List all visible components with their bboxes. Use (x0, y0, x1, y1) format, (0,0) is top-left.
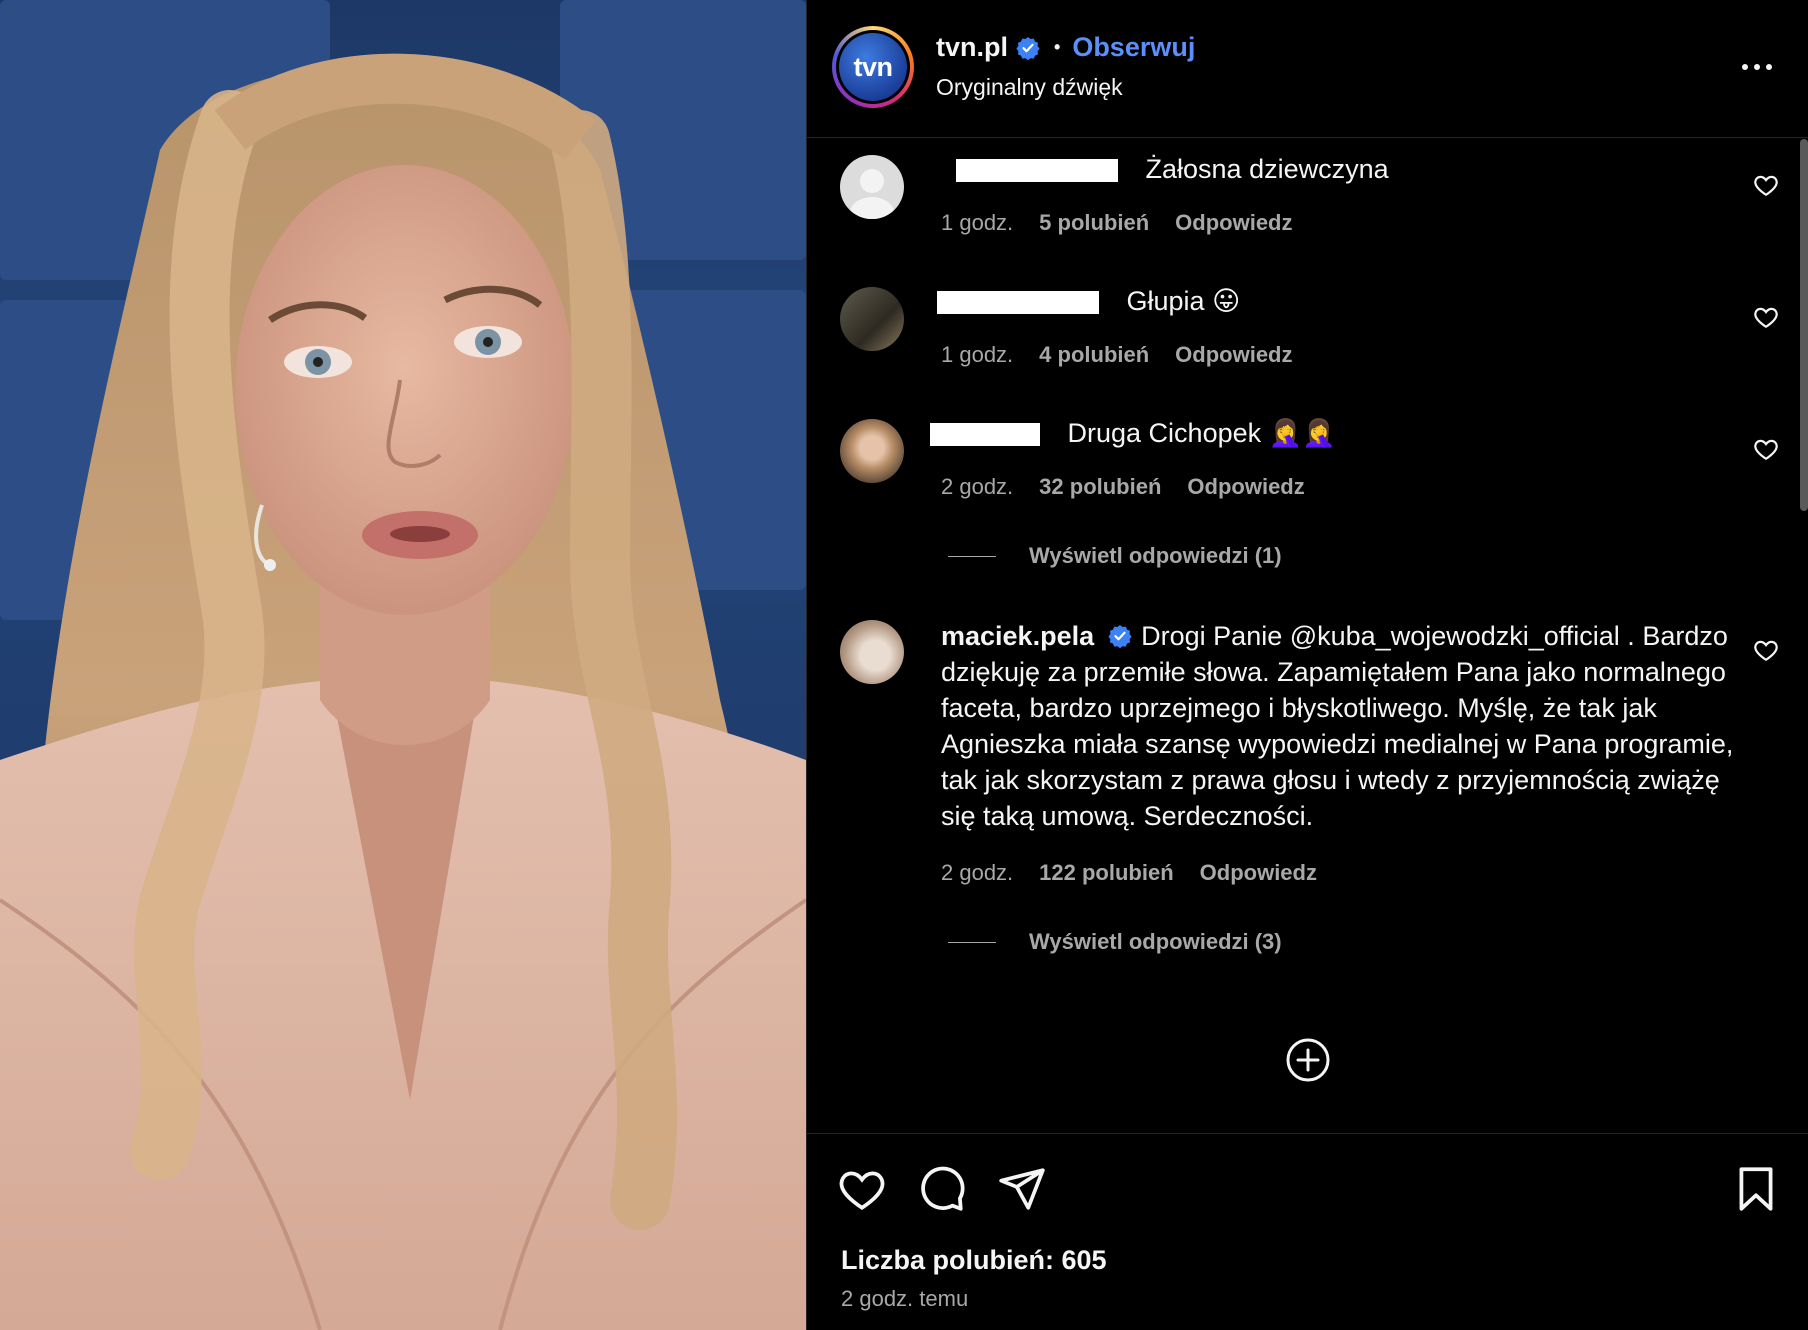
follow-button[interactable]: Obserwuj (1072, 32, 1195, 63)
comment-text: Drogi Panie @kuba_wojewodzki_official . … (941, 621, 1734, 831)
view-replies-button[interactable]: Wyświetl odpowiedzi (1) (948, 543, 1282, 569)
comment-meta: 1 godz. 5 polubień Odpowiedz (941, 210, 1293, 236)
comment-likes[interactable]: 122 polubień (1039, 860, 1173, 886)
load-more-comments-icon[interactable] (1284, 1036, 1332, 1084)
redacted-username (956, 159, 1118, 183)
comment-heart-icon[interactable] (1753, 172, 1779, 198)
more-options-icon[interactable] (1737, 52, 1777, 82)
comment-meta: 1 godz. 4 polubień Odpowiedz (941, 342, 1293, 368)
replies-line (948, 555, 996, 557)
comment-bubble-icon[interactable] (917, 1164, 967, 1214)
comment-avatar[interactable] (840, 287, 904, 351)
share-paper-plane-icon[interactable] (997, 1164, 1047, 1214)
verified-badge-icon (1016, 36, 1040, 60)
like-heart-icon[interactable] (837, 1164, 887, 1214)
bookmark-icon[interactable] (1731, 1164, 1781, 1214)
username[interactable]: tvn.pl (936, 32, 1008, 63)
comment-time: 1 godz. (941, 342, 1014, 367)
post-actions: Liczba polubień: 605 2 godz. temu (807, 1133, 1808, 1330)
likes-count[interactable]: Liczba polubień: 605 (841, 1245, 1107, 1276)
comment-likes[interactable]: 4 polubień (1039, 342, 1149, 368)
verified-badge-icon (1108, 625, 1132, 649)
reply-button[interactable]: Odpowiedz (1175, 342, 1292, 368)
comment-avatar[interactable] (840, 620, 904, 684)
person-illustration (0, 53, 806, 1330)
comment-avatar[interactable] (840, 155, 904, 219)
redacted-username (937, 291, 1099, 315)
audio-label[interactable]: Oryginalny dźwięk (936, 74, 1123, 101)
comment-heart-icon[interactable] (1753, 304, 1779, 330)
redacted-username (930, 423, 1040, 447)
post-media[interactable] (0, 0, 806, 1330)
comment-heart-icon[interactable] (1753, 436, 1779, 462)
comment-body: maciek.pela Drogi Panie @kuba_wojewodzki… (941, 618, 1741, 834)
view-replies-button[interactable]: Wyświetl odpowiedzi (3) (948, 929, 1282, 955)
comment-likes[interactable]: 32 polubień (1039, 474, 1161, 500)
comments-list: Żałosna dziewczyna 1 godz. 5 polubień Od… (807, 139, 1808, 1133)
avatar-logo: tvn (839, 33, 907, 101)
comment-body: Żałosna dziewczyna (956, 151, 1389, 187)
comment-time: 2 godz. (941, 474, 1014, 499)
comment-body: Druga Cichopek 🤦‍♀️🤦‍♀️ (930, 415, 1336, 451)
reply-button[interactable]: Odpowiedz (1187, 474, 1304, 500)
header-user-row: tvn.pl • Obserwuj (936, 32, 1195, 63)
comment-text: Druga Cichopek 🤦‍♀️🤦‍♀️ (1067, 418, 1336, 448)
comment-body: Głupia 😛 (937, 283, 1240, 319)
comment-time: 2 godz. (941, 860, 1014, 885)
comment-heart-icon[interactable] (1753, 637, 1779, 663)
comment-avatar[interactable] (840, 419, 904, 483)
comment-meta: 2 godz. 32 polubień Odpowiedz (941, 474, 1305, 500)
comment-text: Głupia 😛 (1126, 286, 1241, 316)
view-replies-label: Wyświetl odpowiedzi (1) (1029, 543, 1282, 568)
comment-likes[interactable]: 5 polubień (1039, 210, 1149, 236)
post-time[interactable]: 2 godz. temu (841, 1286, 968, 1312)
separator-dot: • (1054, 37, 1061, 57)
comment-time: 1 godz. (941, 210, 1014, 235)
view-replies-label: Wyświetl odpowiedzi (3) (1029, 929, 1282, 954)
replies-line (948, 941, 996, 943)
comment-meta: 2 godz. 122 polubień Odpowiedz (941, 860, 1317, 886)
comment-text: Żałosna dziewczyna (1145, 154, 1389, 184)
profile-avatar[interactable]: tvn (832, 26, 914, 108)
reply-button[interactable]: Odpowiedz (1200, 860, 1317, 886)
post-panel: tvn tvn.pl • Obserwuj Oryginalny dźwięk (806, 0, 1808, 1330)
post-header: tvn tvn.pl • Obserwuj Oryginalny dźwięk (807, 0, 1808, 138)
default-avatar-icon (850, 169, 894, 219)
reply-button[interactable]: Odpowiedz (1175, 210, 1292, 236)
comment-username[interactable]: maciek.pela (941, 621, 1094, 651)
